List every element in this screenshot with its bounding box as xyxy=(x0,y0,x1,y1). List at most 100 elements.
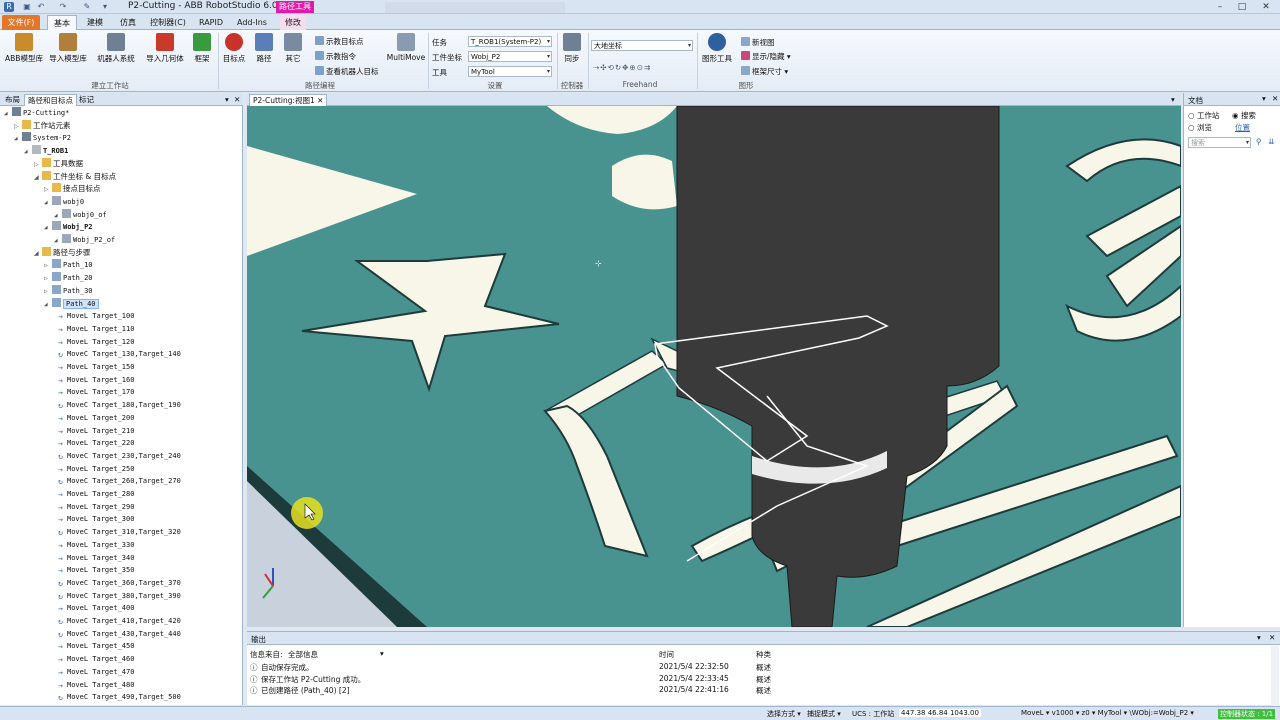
abb-library-button[interactable]: ABB模型库 xyxy=(4,33,44,64)
tab-rapid[interactable]: RAPID xyxy=(196,15,226,30)
task-select[interactable]: T_ROB1(System-P2) ▾ xyxy=(468,36,552,47)
tree-node[interactable]: ◢ System-P2 xyxy=(14,132,71,144)
expand-icon[interactable]: ▷ xyxy=(44,184,52,196)
tab-simulation[interactable]: 仿真 xyxy=(113,15,143,30)
tab-controller[interactable]: 控制器(C) xyxy=(147,15,189,30)
output-message[interactable]: 已创建路径 (Path_40) [2] xyxy=(261,685,350,696)
move-instruction[interactable]: ↻ MoveC Target_230,Target_240 xyxy=(56,450,181,462)
tree-node[interactable]: ◢ 工件坐标 & 目标点 xyxy=(34,170,116,184)
expand-icon[interactable]: ◢ xyxy=(44,222,52,234)
expand-icon[interactable]: ▷ xyxy=(34,159,42,171)
tree-node[interactable]: ◢ P2-Cutting* xyxy=(4,107,69,119)
expand-icon[interactable]: ◢ xyxy=(34,172,42,184)
move-instruction[interactable]: → MoveL Target_120 xyxy=(56,336,134,348)
tab-home[interactable]: 基本 xyxy=(47,15,77,30)
tree-node[interactable]: ◢ wobj0 xyxy=(44,195,84,209)
radio-station[interactable]: ○ 工作站 xyxy=(1188,110,1219,121)
maximize-icon[interactable]: □ xyxy=(1236,1,1248,13)
tab-file[interactable]: 文件(F) xyxy=(2,15,40,30)
move-instruction[interactable]: → MoveL Target_470 xyxy=(56,666,134,678)
tree-node[interactable]: ◢ 路径与步骤 xyxy=(34,246,91,260)
move-instruction[interactable]: → MoveL Target_280 xyxy=(56,488,134,500)
scrollbar[interactable] xyxy=(1271,646,1279,706)
import-library-button[interactable]: 导入模型库 xyxy=(46,33,90,64)
expand-icon[interactable]: ◢ xyxy=(44,197,52,209)
move-instruction[interactable]: → MoveL Target_170 xyxy=(56,386,134,398)
customize-quickaccess-icon[interactable]: ▾ xyxy=(100,2,110,12)
tab-modify[interactable]: 修改 xyxy=(280,15,306,30)
tree-node[interactable]: ▷ Path_30 xyxy=(44,284,93,298)
expand-icon[interactable]: ◢ xyxy=(54,210,62,222)
panel-close-icon[interactable]: ✕ xyxy=(231,94,243,106)
move-instruction[interactable]: ↻ MoveC Target_430,Target_440 xyxy=(56,628,181,640)
move-instruction[interactable]: → MoveL Target_450 xyxy=(56,640,134,652)
tree-node[interactable]: ▷ Path_20 xyxy=(44,272,93,284)
move-instruction[interactable]: ↻ MoveC Target_310,Target_320 xyxy=(56,526,181,538)
close-icon[interactable]: ✕ xyxy=(1269,633,1275,642)
frame-size-button[interactable]: 框架尺寸 ▾ xyxy=(741,66,788,77)
move-instruction[interactable]: → MoveL Target_210 xyxy=(56,425,134,437)
minimize-icon[interactable]: – xyxy=(1214,1,1226,13)
move-instruction[interactable]: → MoveL Target_220 xyxy=(56,437,134,449)
view-robot-target-button[interactable]: 查看机器人目标 xyxy=(315,66,379,77)
freehand-tools[interactable]: ⇢✣⟲↻✥⊕⊙⇉ xyxy=(593,63,651,72)
radio-browse[interactable]: ○ 浏览 xyxy=(1188,122,1212,133)
move-instruction[interactable]: ↻ MoveC Target_130,Target_140 xyxy=(56,348,181,360)
path-button[interactable]: 路径 xyxy=(251,33,277,64)
expand-icon[interactable]: ◢ xyxy=(34,248,42,260)
move-instruction[interactable]: → MoveL Target_460 xyxy=(56,653,134,665)
brush-icon[interactable]: ✎ xyxy=(82,2,92,12)
import-geometry-button[interactable]: 导入几何体 xyxy=(143,33,187,64)
tree-node[interactable]: ◢ Wobj_P2 xyxy=(44,221,93,233)
move-instruction[interactable]: ↻ MoveC Target_360,Target_370 xyxy=(56,577,181,589)
move-instruction[interactable]: ↻ MoveC Target_410,Target_420 xyxy=(56,615,181,627)
tab-tags[interactable]: 标记 xyxy=(76,94,97,106)
robot-system-button[interactable]: 机器人系统 xyxy=(94,33,138,64)
search-input[interactable]: 搜索 ▾ xyxy=(1188,137,1251,148)
move-instruction[interactable]: ↻ MoveC Target_380,Target_390 xyxy=(56,590,181,602)
tab-addins[interactable]: Add-Ins xyxy=(233,15,271,30)
expand-icon[interactable]: ◢ xyxy=(14,133,22,145)
expand-icon[interactable]: ◢ xyxy=(44,299,52,311)
multimove-button[interactable]: MultiMove xyxy=(386,33,426,62)
expand-icon[interactable]: ▷ xyxy=(44,260,52,272)
move-instruction[interactable]: → MoveL Target_110 xyxy=(56,323,134,335)
controller-status-badge[interactable]: 控制器状态 : 1/1 xyxy=(1218,709,1276,719)
tree-node[interactable]: ▷ 工具数据 xyxy=(34,157,83,171)
instruction-settings[interactable]: MoveL ▾ v1000 ▾ z0 ▾ MyTool ▾ \WObj:=Wob… xyxy=(1021,709,1194,717)
sync-button[interactable]: 同步 xyxy=(560,33,584,64)
expand-icon[interactable]: ▷ xyxy=(44,273,52,285)
move-instruction[interactable]: → MoveL Target_160 xyxy=(56,374,134,386)
close-icon[interactable]: ✕ xyxy=(1272,94,1278,103)
move-instruction[interactable]: → MoveL Target_340 xyxy=(56,552,134,564)
expand-icon[interactable]: ◢ xyxy=(24,146,32,158)
redo-icon[interactable]: ↷ xyxy=(58,2,68,12)
output-message[interactable]: 自动保存完成。 xyxy=(261,662,314,673)
undo-icon[interactable]: ↶ xyxy=(36,2,46,12)
expand-icon[interactable]: ▷ xyxy=(44,286,52,298)
move-instruction[interactable]: ↻ MoveC Target_260,Target_270 xyxy=(56,475,181,487)
move-instruction[interactable]: → MoveL Target_350 xyxy=(56,564,134,576)
source-select[interactable]: 全部信息 ▾ xyxy=(288,649,388,660)
move-instruction[interactable]: → MoveL Target_250 xyxy=(56,463,134,475)
graphics-tools-button[interactable]: 图形工具 xyxy=(699,33,735,64)
scene[interactable]: ⊹ xyxy=(247,106,1181,627)
output-message[interactable]: 保存工作站 P2-Cutting 成功。 xyxy=(261,674,365,685)
pin-icon[interactable]: ▾ xyxy=(1262,94,1266,103)
move-instruction[interactable]: ↻ MoveC Target_180,Target_190 xyxy=(56,399,181,411)
save-icon[interactable]: ▣ xyxy=(22,2,32,12)
tab-paths-targets[interactable]: 路径和目标点 xyxy=(24,94,77,106)
select-mode-menu[interactable]: 选择方式 ▾ xyxy=(767,709,801,719)
show-hide-button[interactable]: 显示/隐藏 ▾ xyxy=(741,51,791,62)
teach-target-button[interactable]: 示教目标点 xyxy=(315,36,364,47)
tree-node[interactable]: ◢ Path_40 xyxy=(44,297,99,311)
tree-node[interactable]: ▷ Path_10 xyxy=(44,259,93,271)
move-instruction[interactable]: → MoveL Target_330 xyxy=(56,539,134,551)
move-instruction[interactable]: → MoveL Target_150 xyxy=(56,361,134,373)
tab-view1[interactable]: P2-Cutting:视图1 ✕ xyxy=(249,94,328,106)
search-icon[interactable]: ⚲ xyxy=(1256,137,1262,146)
collapse-icon[interactable]: ⇊ xyxy=(1268,137,1274,146)
new-view-button[interactable]: 新视图 xyxy=(741,37,775,48)
location-link[interactable]: 位置 xyxy=(1235,122,1250,133)
close-icon[interactable]: ✕ xyxy=(317,96,323,105)
